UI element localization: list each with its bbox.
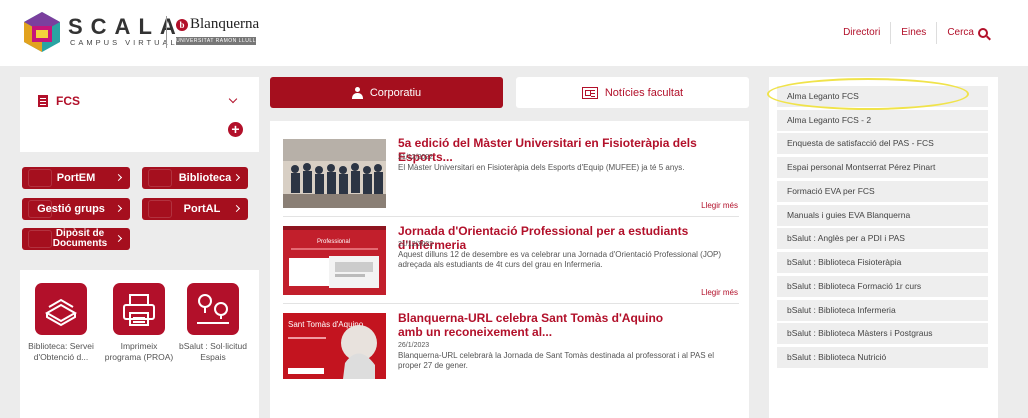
portem-button[interactable]: PortEM: [22, 167, 130, 189]
link-item[interactable]: bSalut : Biblioteca Nutrició: [777, 347, 988, 368]
news-thumbnail[interactable]: Sant Tomàs d'Aquino: [283, 313, 386, 379]
news-thumbnail[interactable]: Professional: [283, 226, 386, 295]
app-bsalut-espais[interactable]: bSalut : Sol·licitud Espais: [178, 283, 248, 363]
link-item[interactable]: Espai personal Montserrat Pérez Pinart: [777, 157, 988, 178]
chevron-right-icon: [232, 173, 241, 182]
newspaper-icon: [581, 86, 598, 99]
news-divider: [283, 216, 739, 217]
news-summary: Aquest dilluns 12 de desembre es va cele…: [398, 250, 722, 269]
thumb-caption: Professional: [317, 239, 350, 245]
gestio-grups-button[interactable]: Gestió grups: [22, 198, 130, 220]
diposit-documents-label: Dipòsit de Documents: [52, 228, 108, 249]
blanquerna-title[interactable]: Blanquerna: [190, 16, 259, 33]
books-icon[interactable]: [35, 283, 87, 335]
campus-virtual-subtitle: CAMPUS VIRTUAL: [70, 38, 178, 47]
chevron-right-icon: [232, 204, 241, 213]
link-item[interactable]: bSalut : Biblioteca Formació 1r curs: [777, 276, 988, 297]
group-ghost-icon: [28, 200, 52, 218]
news-title[interactable]: Blanquerna-URL celebra Sant Tomàs d'Aqui…: [398, 311, 688, 339]
printer-icon[interactable]: [113, 283, 165, 335]
links-panel: Alma Leganto FCS Alma Leganto FCS - 2 En…: [769, 77, 998, 418]
blanquerna-logo-icon[interactable]: b: [176, 19, 188, 31]
directori-link[interactable]: Directori: [833, 22, 892, 44]
app-biblioteca-servei[interactable]: Biblioteca: Servei d'Obtenció d...: [26, 283, 96, 363]
link-item[interactable]: bSalut : Biblioteca Màsters i Postgraus: [777, 323, 988, 344]
tab-corporatiu-label: Corporatiu: [369, 86, 422, 99]
map-pin-icon[interactable]: [187, 283, 239, 335]
tab-noticies-label: Notícies facultat: [604, 86, 684, 99]
news-title[interactable]: 5a edició del Màster Universitari en Fis…: [398, 136, 738, 164]
add-button[interactable]: +: [228, 122, 243, 137]
chevron-right-icon: [114, 204, 123, 213]
header: SCALA CAMPUS VIRTUAL b Blanquerna UNIVER…: [0, 0, 1028, 66]
news-title[interactable]: Jornada d'Orientació Professional per a …: [398, 224, 738, 252]
app-bsalut-label: bSalut : Sol·licitud Espais: [178, 341, 248, 362]
portal-button[interactable]: PortAL: [142, 198, 248, 220]
logo-divider: [166, 16, 167, 48]
app-imprimeix[interactable]: Imprimeix programa (PROA): [104, 283, 174, 363]
link-item[interactable]: Formació EVA per FCS: [777, 181, 988, 202]
tab-noticies-facultat[interactable]: Notícies facultat: [516, 77, 749, 108]
user-ghost-icon: [28, 169, 52, 187]
read-more-link[interactable]: Llegir més: [701, 288, 738, 297]
portal-label: PortAL: [183, 203, 221, 215]
cerca-link[interactable]: Cerca: [937, 22, 978, 44]
news-summary: El Màster Universitari en Fisioteràpia d…: [398, 163, 685, 172]
cloud-ghost-icon: [28, 230, 52, 248]
eines-link[interactable]: Eines: [891, 22, 938, 44]
news-date: 21/12/2022: [398, 241, 434, 248]
highlight-annotation: [767, 78, 969, 110]
diposit-documents-button[interactable]: Dipòsit de Documents: [22, 228, 130, 250]
chevron-down-icon[interactable]: [228, 94, 238, 104]
link-item[interactable]: Manuals i guies EVA Blanquerna: [777, 205, 988, 226]
link-item[interactable]: bSalut : Anglès per a PDI i PAS: [777, 228, 988, 249]
link-item[interactable]: bSalut : Biblioteca Fisioteràpia: [777, 252, 988, 273]
link-item[interactable]: bSalut : Biblioteca Infermeria: [777, 300, 988, 321]
link-item[interactable]: Alma Leganto FCS - 2: [777, 110, 988, 131]
link-item[interactable]: Enquesta de satisfacció del PAS - FCS: [777, 133, 988, 154]
biblioteca-label: Biblioteca: [178, 172, 232, 184]
building-icon: [38, 95, 48, 107]
portem-label: PortEM: [56, 172, 96, 184]
search-icon[interactable]: [978, 28, 988, 38]
biblioteca-button[interactable]: Biblioteca: [142, 167, 248, 189]
user-icon: [351, 86, 363, 99]
news-thumbnail[interactable]: [283, 139, 386, 208]
apps-card: Biblioteca: Servei d'Obtenció d... Impri…: [20, 270, 259, 418]
news-divider: [283, 303, 739, 304]
tab-corporatiu[interactable]: Corporatiu: [270, 77, 503, 108]
blanquerna-subtitle: UNIVERSITAT RAMON LLULL: [176, 37, 256, 45]
chevron-right-icon: [114, 173, 123, 182]
news-panel: 5a edició del Màster Universitari en Fis…: [270, 121, 749, 418]
news-date: 26/1/2023: [398, 342, 430, 349]
app-biblioteca-label: Biblioteca: Servei d'Obtenció d...: [28, 341, 94, 362]
book-ghost-icon: [148, 169, 172, 187]
news-date: 21/12/2022: [398, 154, 434, 161]
app-imprimeix-label: Imprimeix programa (PROA): [104, 341, 174, 362]
chevron-right-icon: [114, 234, 123, 243]
news-summary: Blanquerna-URL celebrarà la Jornada de S…: [398, 351, 715, 370]
user-ghost-icon: [148, 200, 172, 218]
fcs-card: FCS +: [20, 77, 259, 152]
read-more-link[interactable]: Llegir més: [701, 201, 738, 210]
scala-logo-icon[interactable]: [24, 12, 60, 52]
fcs-title: FCS: [56, 94, 80, 108]
top-nav: Directori Eines Cerca: [833, 22, 988, 44]
